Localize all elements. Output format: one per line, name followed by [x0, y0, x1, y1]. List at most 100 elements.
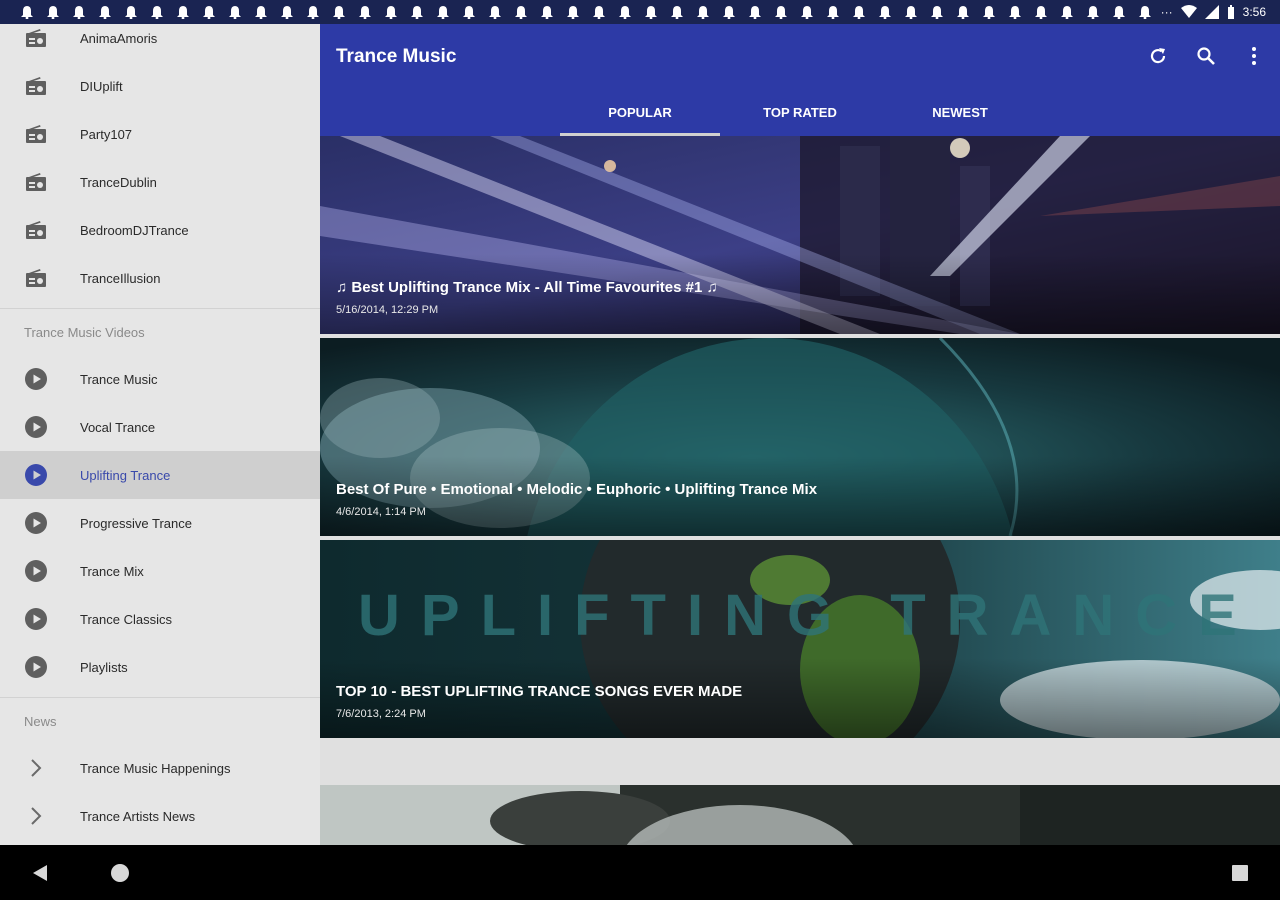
recents-icon[interactable] — [1228, 861, 1252, 885]
section-header-videos: Trance Music Videos — [24, 324, 145, 340]
drawer-item-label: Uplifting Trance — [80, 467, 171, 483]
video-card[interactable]: Best Of Pure • Emotional • Melodic • Eup… — [320, 338, 1280, 536]
play-circle-icon — [24, 655, 48, 679]
video-title: TOP 10 - BEST UPLIFTING TRANCE SONGS EVE… — [336, 683, 743, 700]
bell-icon — [1086, 5, 1100, 19]
tab-bar: POPULAR TOP RATED NEWEST — [560, 88, 1040, 136]
bell-icon — [644, 5, 658, 19]
drawer-item-label: Trance Mix — [80, 563, 144, 579]
tab-newest[interactable]: NEWEST — [880, 88, 1040, 136]
play-circle-icon — [24, 463, 48, 487]
video-card[interactable]: ♫ Best Uplifting Trance Mix - All Time F… — [320, 136, 1280, 334]
search-icon[interactable] — [1194, 44, 1218, 68]
bell-icon — [904, 5, 918, 19]
bell-icon — [124, 5, 138, 19]
drawer-item-trance-music[interactable]: Trance Music — [0, 355, 320, 403]
bell-icon — [852, 5, 866, 19]
play-circle-icon — [24, 607, 48, 631]
drawer-item-label: DIUplift — [80, 78, 123, 94]
battery-icon — [1227, 5, 1234, 19]
radio-icon — [24, 26, 48, 50]
bell-icon — [1138, 5, 1152, 19]
drawer-item-trance-classics[interactable]: Trance Classics — [0, 595, 320, 643]
bell-icon — [46, 5, 60, 19]
bell-icon — [254, 5, 268, 19]
status-right: ··· 3:56 — [1161, 0, 1266, 24]
drawer-item-progressive-trance[interactable]: Progressive Trance — [0, 499, 320, 547]
chevron-right-icon — [24, 804, 48, 828]
bell-icon — [930, 5, 944, 19]
drawer-item-bedroomdjtrance[interactable]: BedroomDJTrance — [0, 206, 320, 254]
video-date: 5/16/2014, 12:29 PM — [336, 304, 439, 316]
drawer-item-label: Trance Artists News — [80, 808, 196, 824]
bell-icon — [592, 5, 606, 19]
chevron-right-icon — [24, 756, 48, 780]
stations-list: AnimaAmoris DIUplift Party107 TranceDubl… — [0, 24, 320, 302]
video-title: ♫ Best Uplifting Trance Mix - All Time F… — [336, 279, 718, 296]
tab-top-rated[interactable]: TOP RATED — [720, 88, 880, 136]
bell-icon — [514, 5, 528, 19]
page-title: Trance Music — [336, 46, 457, 67]
drawer-item-trancedublin[interactable]: TranceDublin — [0, 158, 320, 206]
tab-popular[interactable]: POPULAR — [560, 88, 720, 136]
play-circle-icon — [24, 559, 48, 583]
video-card[interactable] — [320, 742, 1280, 845]
more-notifications-icon: ··· — [1160, 5, 1173, 19]
bell-icon — [332, 5, 346, 19]
bell-icon — [800, 5, 814, 19]
drawer-item-label: AnimaAmoris — [80, 30, 158, 46]
drawer-item-tranceillusion[interactable]: TranceIllusion — [0, 254, 320, 302]
bell-icon — [72, 5, 86, 19]
drawer-item-vocal-trance[interactable]: Vocal Trance — [0, 403, 320, 451]
play-circle-icon — [24, 367, 48, 391]
notification-icons — [0, 5, 1164, 19]
bell-icon — [1112, 5, 1126, 19]
section-header-news: News — [24, 713, 57, 729]
wifi-icon — [1180, 5, 1197, 18]
drawer-item-label: Trance Music — [80, 371, 158, 387]
bell-icon — [306, 5, 320, 19]
back-icon[interactable] — [28, 861, 52, 885]
refresh-icon[interactable] — [1146, 44, 1170, 68]
bell-icon — [956, 5, 970, 19]
radio-icon — [24, 170, 48, 194]
drawer-item-uplifting-trance[interactable]: Uplifting Trance — [0, 451, 320, 499]
bell-icon — [436, 5, 450, 19]
bell-icon — [774, 5, 788, 19]
bell-icon — [488, 5, 502, 19]
bell-icon — [410, 5, 424, 19]
drawer-item-party107[interactable]: Party107 — [0, 110, 320, 158]
bell-icon — [228, 5, 242, 19]
bell-icon — [384, 5, 398, 19]
bell-icon — [150, 5, 164, 19]
bell-icon — [696, 5, 710, 19]
app-bar-actions — [1146, 44, 1266, 68]
play-circle-icon — [24, 511, 48, 535]
more-vert-icon[interactable] — [1242, 44, 1266, 68]
radio-icon — [24, 122, 48, 146]
drawer-item-animaamoris[interactable]: AnimaAmoris — [0, 24, 320, 62]
bell-icon — [20, 5, 34, 19]
drawer-item-trance-artists-news[interactable]: Trance Artists News — [0, 792, 320, 840]
video-card[interactable]: UPLIFTING TRANCE TOP 10 - BEST UPLIFTING… — [320, 540, 1280, 738]
news-list: Trance Music Happenings Trance Artists N… — [0, 744, 320, 840]
bell-icon — [1034, 5, 1048, 19]
drawer-item-label: Vocal Trance — [80, 419, 156, 435]
video-date: 7/6/2013, 2:24 PM — [336, 708, 426, 720]
drawer-item-label: TranceDublin — [80, 174, 157, 190]
bell-icon — [878, 5, 892, 19]
drawer-item-trance-music-happenings[interactable]: Trance Music Happenings — [0, 744, 320, 792]
clock: 3:56 — [1242, 5, 1266, 19]
bell-icon — [540, 5, 554, 19]
bell-icon — [280, 5, 294, 19]
drawer-item-diuplift[interactable]: DIUplift — [0, 62, 320, 110]
signal-icon — [1204, 5, 1219, 19]
home-icon[interactable] — [108, 861, 132, 885]
drawer-item-trance-mix[interactable]: Trance Mix — [0, 547, 320, 595]
bell-icon — [202, 5, 216, 19]
app-bar: Trance Music POPULAR TOP RATED NEWEST — [320, 24, 1280, 136]
bell-icon — [1008, 5, 1022, 19]
bell-icon — [98, 5, 112, 19]
drawer-item-playlists[interactable]: Playlists — [0, 643, 320, 691]
videos-list: Trance Music Vocal Trance Uplifting Tran… — [0, 355, 320, 691]
